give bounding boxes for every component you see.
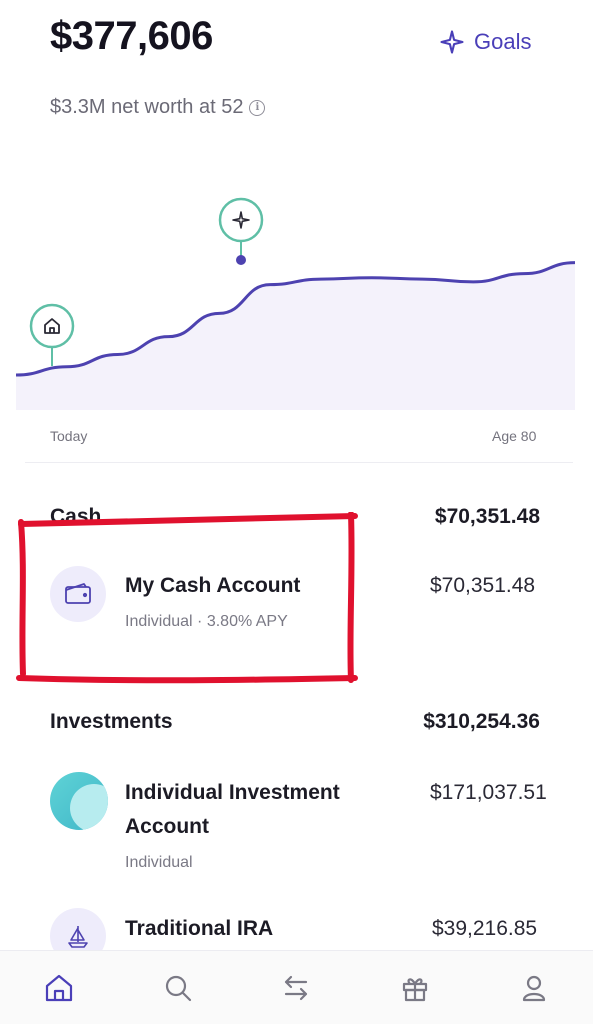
tab-transfer[interactable]: [266, 958, 326, 1018]
net-worth-chart[interactable]: [0, 180, 593, 410]
investments-total: $310,254.36: [423, 710, 540, 733]
net-worth-text: $3.3M net worth at 52: [50, 96, 244, 118]
goals-label: Goals: [474, 29, 532, 54]
profile-icon: [522, 975, 545, 1001]
axis-start-label: Today: [50, 428, 88, 444]
tab-search[interactable]: [148, 958, 208, 1018]
tab-profile[interactable]: [504, 958, 564, 1018]
bottom-tab-bar: [0, 950, 593, 1024]
highlight-annotation: [16, 512, 358, 684]
net-worth-projection: $3.3M net worth at 52 i: [50, 96, 266, 119]
goal-marker[interactable]: [218, 197, 264, 243]
search-icon: [165, 975, 191, 1001]
account-amount: $171,037.51: [430, 781, 547, 804]
gift-icon: [402, 977, 428, 1001]
account-name: Traditional IRA: [125, 917, 274, 940]
section-title-investments: Investments: [50, 710, 173, 733]
balance-amount: $377,606: [50, 14, 213, 58]
info-icon[interactable]: i: [249, 99, 266, 116]
home-marker[interactable]: [29, 303, 75, 349]
goals-button[interactable]: Goals: [438, 28, 531, 56]
tab-home[interactable]: [29, 958, 89, 1018]
account-name-line1: Individual Investment: [125, 781, 340, 804]
tab-rewards[interactable]: [385, 958, 445, 1018]
account-amount: $70,351.48: [430, 574, 536, 597]
leaf-logo-icon: [50, 772, 108, 830]
account-name-line2: Account: [125, 815, 209, 838]
transfer-icon: [285, 975, 308, 1000]
cash-total: $70,351.48: [434, 505, 540, 528]
investments-section-header: Investments $310,254.36: [50, 710, 540, 734]
account-amount: $39,216.85: [432, 917, 538, 940]
account-subtitle: Individual: [125, 854, 193, 871]
sparkle-icon: [440, 30, 464, 54]
home-icon: [46, 974, 73, 1001]
axis-end-label: Age 80: [492, 428, 537, 444]
divider: [25, 462, 573, 463]
goal-point: [236, 255, 246, 265]
chart-area: [16, 262, 575, 410]
